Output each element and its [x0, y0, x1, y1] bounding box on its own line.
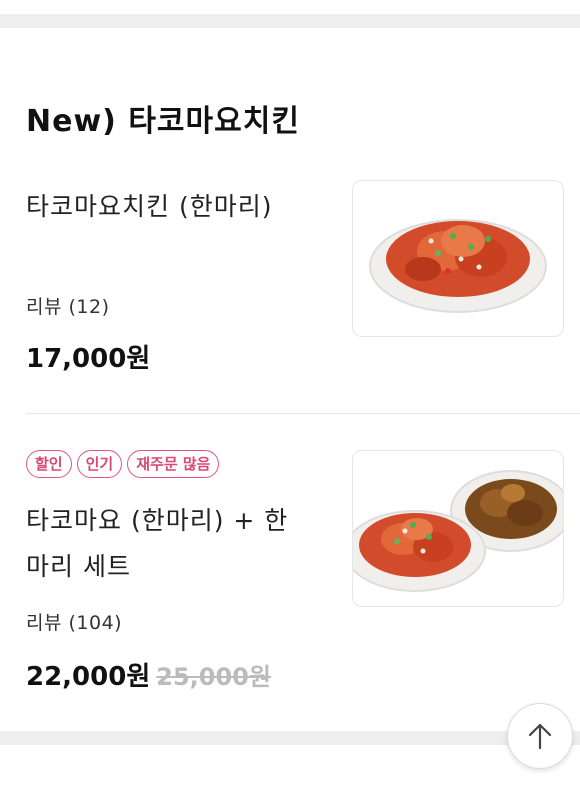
- menu-item-price: 17,000원: [26, 344, 151, 374]
- menu-item-name: 타코마요 (한마리) + 한마리 세트: [26, 506, 289, 581]
- badge-popular: 인기: [76, 450, 123, 478]
- section-divider-top: [0, 14, 580, 28]
- badge-reorder: 재주문 많음: [127, 450, 220, 478]
- badge-group: 할인 인기 재주문 많음: [26, 450, 220, 478]
- menu-item-name: 타코마요치킨 (한마리): [26, 192, 273, 221]
- section-divider-bottom: [0, 731, 580, 745]
- section-title: New) 타코마요치킨: [26, 104, 300, 139]
- menu-item-original-price: 25,000원: [156, 663, 271, 691]
- item-divider: [26, 413, 580, 414]
- menu-item-review: 리뷰 (104): [26, 612, 123, 634]
- menu-item-review: 리뷰 (12): [26, 296, 110, 318]
- scroll-top-button[interactable]: [507, 703, 573, 769]
- menu-item-image: [352, 450, 564, 607]
- arrow-up-icon: [528, 723, 552, 750]
- menu-item-price-row: 22,000원 25,000원: [26, 656, 271, 693]
- header-area: [0, 0, 580, 14]
- menu-item-price: 22,000원: [26, 662, 151, 692]
- menu-item-image: [352, 180, 564, 337]
- badge-discount: 할인: [26, 450, 72, 478]
